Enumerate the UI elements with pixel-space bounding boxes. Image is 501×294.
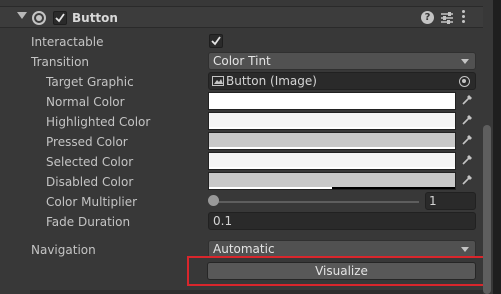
component-title: Button <box>72 11 118 25</box>
eyedropper-icon[interactable] <box>461 133 474 149</box>
color-multiplier-label: Color Multiplier <box>46 195 138 209</box>
transition-value: Color Tint <box>213 54 271 68</box>
target-graphic-field[interactable]: Button (Image) <box>208 72 476 90</box>
image-icon <box>212 76 224 86</box>
color-label-2: Pressed Color <box>46 135 128 149</box>
alpha-bar-fill-1 <box>209 127 455 129</box>
color-multiplier-value: 1 <box>429 194 437 208</box>
checkmark-icon <box>55 13 65 23</box>
eyedropper-icon[interactable] <box>461 93 474 109</box>
interactable-checkbox[interactable] <box>209 34 223 48</box>
context-menu-icon[interactable] <box>461 9 467 25</box>
fade-duration-input[interactable]: 0.1 <box>208 212 476 230</box>
eyedropper-icon[interactable] <box>461 113 474 129</box>
target-graphic-label: Target Graphic <box>46 75 134 89</box>
transition-label: Transition <box>31 55 90 69</box>
help-icon[interactable]: ? <box>421 11 434 24</box>
target-graphic-value: Button (Image) <box>226 74 317 88</box>
color-label-1: Highlighted Color <box>46 115 151 129</box>
eyedropper-icon[interactable] <box>461 153 474 169</box>
right-edge-strip <box>493 0 501 294</box>
scrollbar-thumb[interactable] <box>483 125 491 294</box>
navigation-value: Automatic <box>213 242 275 256</box>
visualize-label: Visualize <box>315 264 368 278</box>
alpha-bar-fill-3 <box>209 167 455 169</box>
transition-dropdown[interactable]: Color Tint <box>208 52 476 70</box>
alpha-bar-fill-4 <box>209 187 332 189</box>
interactable-label: Interactable <box>31 35 104 49</box>
color-multiplier-handle[interactable] <box>208 195 219 206</box>
navigation-label: Navigation <box>31 243 96 257</box>
alpha-bar-fill-2 <box>209 147 455 149</box>
foldout-arrow-icon[interactable] <box>17 12 27 19</box>
preset-settings-icon[interactable] <box>440 11 454 25</box>
color-label-3: Selected Color <box>46 155 134 169</box>
color-multiplier-track[interactable] <box>211 201 419 203</box>
checkmark-icon <box>211 36 221 46</box>
eyedropper-icon[interactable] <box>461 173 474 189</box>
panel-bottom-divider <box>30 290 489 294</box>
component-enabled-checkbox[interactable] <box>53 11 67 25</box>
dropdown-arrow-icon <box>461 247 469 252</box>
dropdown-arrow-icon <box>461 59 469 64</box>
color-label-0: Normal Color <box>46 95 125 109</box>
fade-duration-label: Fade Duration <box>46 215 131 229</box>
component-icon <box>32 11 46 25</box>
visualize-button[interactable]: Visualize <box>207 262 476 280</box>
color-label-4: Disabled Color <box>46 175 134 189</box>
object-picker-icon[interactable] <box>459 76 470 87</box>
alpha-bar-fill-0 <box>209 107 455 109</box>
fade-duration-value: 0.1 <box>213 214 233 228</box>
color-multiplier-input[interactable]: 1 <box>425 192 476 210</box>
